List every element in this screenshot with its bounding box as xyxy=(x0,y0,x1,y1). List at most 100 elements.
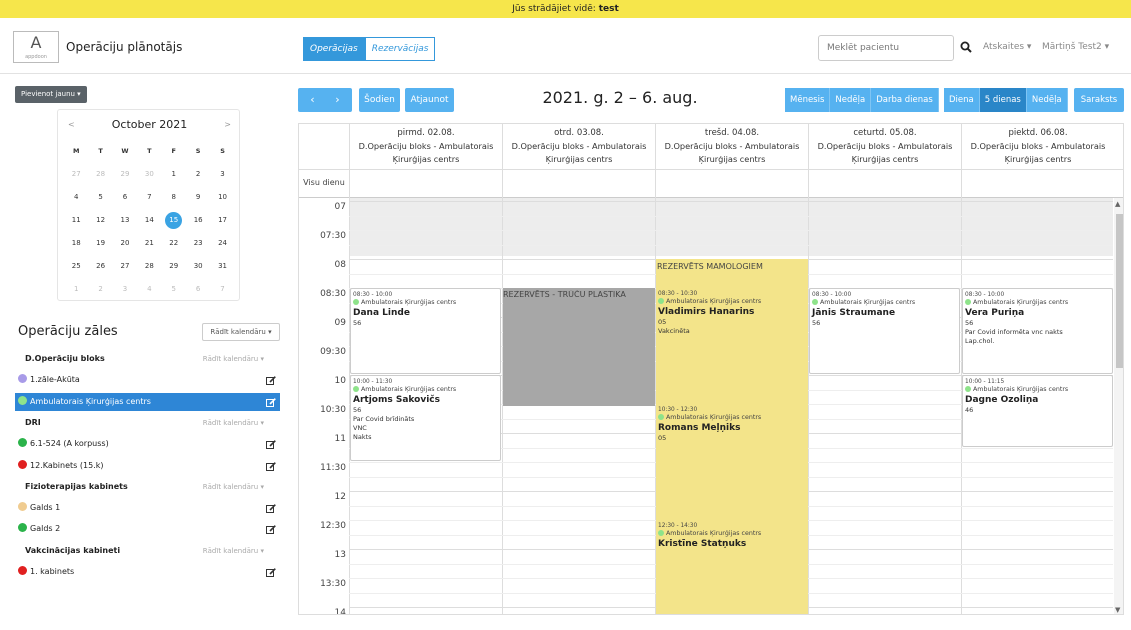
operation-event[interactable]: 08:30 - 10:00 Ambulatorais Ķirurģijas cen… xyxy=(962,288,1113,374)
mini-calendar-day[interactable]: 2 xyxy=(186,163,210,186)
operation-event[interactable]: 12:30 - 14:30 Ambulatorais Ķirurģijas cen… xyxy=(656,520,807,614)
all-day-cell[interactable] xyxy=(961,170,1114,198)
room-item[interactable]: Ambulatorais Ķirurģijas centrs xyxy=(15,392,280,411)
view-week-button[interactable]: Nedēļa xyxy=(830,88,872,112)
day-column[interactable] xyxy=(808,198,961,614)
group-show-calendar-toggle[interactable]: Rādīt kalendāru ▾ xyxy=(203,478,264,496)
mini-calendar-day[interactable]: 7 xyxy=(210,278,234,301)
mini-calendar-day[interactable]: 12 xyxy=(88,209,112,232)
mini-calendar-day[interactable]: 26 xyxy=(88,255,112,278)
edit-icon[interactable] xyxy=(266,397,276,407)
mini-calendar-day[interactable]: 6 xyxy=(113,186,137,209)
day-column-header[interactable]: trešd. 04.08. D.Operāciju bloks - Ambulat… xyxy=(655,124,808,170)
mini-calendar-day[interactable]: 17 xyxy=(210,209,234,232)
room-item[interactable]: Galds 1 xyxy=(15,499,280,517)
edit-icon[interactable] xyxy=(266,461,276,471)
view-workdays-button[interactable]: Darba dienas xyxy=(871,88,939,112)
all-day-cell[interactable] xyxy=(349,170,502,198)
edit-icon[interactable] xyxy=(266,503,276,514)
mini-calendar-day[interactable]: 14 xyxy=(137,209,161,232)
view-day-button[interactable]: Diena xyxy=(944,88,980,112)
show-calendar-button[interactable]: Rādīt kalendāru ▾ xyxy=(202,323,280,341)
mini-calendar-day[interactable]: 6 xyxy=(186,278,210,301)
mini-calendar-day[interactable]: 27 xyxy=(113,255,137,278)
edit-icon[interactable] xyxy=(266,524,276,535)
edit-icon[interactable] xyxy=(266,375,276,386)
mini-calendar-day[interactable]: 4 xyxy=(64,186,88,209)
edit-icon[interactable] xyxy=(266,439,276,450)
edit-icon[interactable] xyxy=(266,567,276,577)
mini-calendar-day[interactable]: 23 xyxy=(186,232,210,255)
calendar-scrollbar[interactable]: ▲ ▼ xyxy=(1114,198,1123,614)
operation-event[interactable]: 08:30 - 10:30 Ambulatorais Ķirurģijas cen… xyxy=(656,288,807,403)
mini-calendar-day[interactable]: 1 xyxy=(64,278,88,301)
mini-calendar-day[interactable]: 1 xyxy=(162,163,186,186)
all-day-cell[interactable] xyxy=(655,170,808,198)
operation-event[interactable]: 10:00 - 11:15 Ambulatorais Ķirurģijas cen… xyxy=(962,375,1113,447)
scroll-down-icon[interactable]: ▼ xyxy=(1115,606,1120,614)
room-item[interactable]: 1.zāle-Akūta xyxy=(15,371,280,389)
group-show-calendar-toggle[interactable]: Rādīt kalendāru ▾ xyxy=(203,542,264,560)
mini-calendar-day[interactable]: 3 xyxy=(210,163,234,186)
app-title[interactable]: Operāciju plānotājs xyxy=(66,40,182,54)
mini-calendar-next-button[interactable]: > xyxy=(224,120,231,129)
mini-calendar-day[interactable]: 3 xyxy=(113,278,137,301)
day-column-header[interactable]: pirmd. 02.08. D.Operāciju bloks - Ambulat… xyxy=(349,124,502,170)
mini-calendar-day[interactable]: 30 xyxy=(186,255,210,278)
mini-calendar-day[interactable]: 13 xyxy=(113,209,137,232)
add-new-button[interactable]: Pievienot jaunu ▾ xyxy=(15,86,87,103)
mini-calendar-day[interactable]: 27 xyxy=(64,163,88,186)
day-column[interactable] xyxy=(502,198,655,614)
refresh-button[interactable]: Atjaunot xyxy=(405,88,454,112)
mini-calendar-day[interactable]: 24 xyxy=(210,232,234,255)
view-week2-button[interactable]: Nedēļa xyxy=(1026,88,1068,112)
mini-calendar-day[interactable]: 18 xyxy=(64,232,88,255)
room-item[interactable]: 6.1-524 (A korpuss) xyxy=(15,435,280,453)
operation-event[interactable]: 08:30 - 10:00 Ambulatorais Ķirurģijas cen… xyxy=(350,288,501,374)
view-month-button[interactable]: Mēnesis xyxy=(785,88,831,112)
mini-calendar-day[interactable]: 29 xyxy=(162,255,186,278)
patient-search-input[interactable]: Meklēt pacientu xyxy=(818,35,954,61)
next-week-button[interactable]: › xyxy=(325,88,350,112)
mini-calendar-day[interactable]: 29 xyxy=(113,163,137,186)
mini-calendar-day[interactable]: 8 xyxy=(162,186,186,209)
mini-calendar-day[interactable]: 4 xyxy=(137,278,161,301)
room-item[interactable]: 1. kabinets xyxy=(15,563,280,581)
tab-operations[interactable]: Operācijas xyxy=(303,37,365,61)
mini-calendar-day[interactable]: 22 xyxy=(162,232,186,255)
operation-event[interactable]: 10:30 - 12:30 Ambulatorais Ķirurģijas cen… xyxy=(656,404,807,519)
tab-reservations[interactable]: Rezervācijas xyxy=(364,37,436,61)
operation-event[interactable]: 08:30 - 10:00 Ambulatorais Ķirurģijas cen… xyxy=(809,288,960,374)
group-show-calendar-toggle[interactable]: Rādīt kalendāru ▾ xyxy=(203,414,264,432)
today-button[interactable]: Šodien xyxy=(359,88,400,112)
scroll-up-icon[interactable]: ▲ xyxy=(1115,200,1120,208)
view-5days-button[interactable]: 5 dienas xyxy=(979,88,1027,112)
app-logo[interactable]: Aappdoon xyxy=(13,31,59,63)
day-column-header[interactable]: ceturtd. 05.08. D.Operāciju bloks - Ambul… xyxy=(808,124,961,170)
scroll-thumb[interactable] xyxy=(1116,214,1123,368)
mini-calendar-day[interactable]: 25 xyxy=(64,255,88,278)
mini-calendar-day[interactable]: 5 xyxy=(162,278,186,301)
room-item[interactable]: 12.Kabinets (15.k) xyxy=(15,457,280,475)
mini-calendar-day[interactable]: 28 xyxy=(88,163,112,186)
mini-calendar-today[interactable]: 15 xyxy=(162,209,186,232)
day-column-header[interactable]: otrd. 03.08. D.Operāciju bloks - Ambulato… xyxy=(502,124,655,170)
group-show-calendar-toggle[interactable]: Rādīt kalendāru ▾ xyxy=(203,350,264,368)
search-icon[interactable] xyxy=(960,41,972,53)
mini-calendar-day[interactable]: 20 xyxy=(113,232,137,255)
mini-calendar-day[interactable]: 5 xyxy=(88,186,112,209)
all-day-cell[interactable] xyxy=(808,170,961,198)
mini-calendar-day[interactable]: 7 xyxy=(137,186,161,209)
room-item[interactable]: Galds 2 xyxy=(15,520,280,538)
operation-event[interactable]: 10:00 - 11:30 Ambulatorais Ķirurģijas cen… xyxy=(350,375,501,461)
reports-menu[interactable]: Atskaites ▾ xyxy=(983,42,1031,52)
mini-calendar-day[interactable]: 10 xyxy=(210,186,234,209)
all-day-cell[interactable] xyxy=(502,170,655,198)
mini-calendar-day[interactable]: 2 xyxy=(88,278,112,301)
mini-calendar-day[interactable]: 21 xyxy=(137,232,161,255)
mini-calendar-day[interactable]: 28 xyxy=(137,255,161,278)
mini-calendar-day[interactable]: 19 xyxy=(88,232,112,255)
mini-calendar-day[interactable]: 30 xyxy=(137,163,161,186)
mini-calendar-day[interactable]: 9 xyxy=(186,186,210,209)
list-view-button[interactable]: Saraksts xyxy=(1074,88,1124,112)
